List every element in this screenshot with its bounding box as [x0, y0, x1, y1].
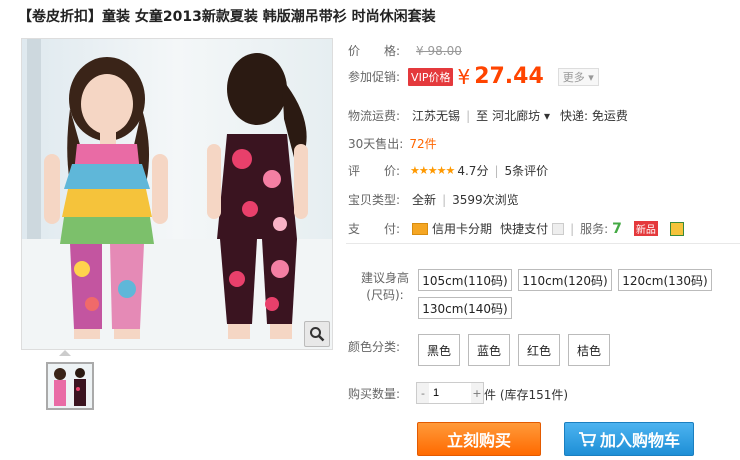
stock-text: 件 (库存151件): [484, 388, 569, 402]
product-title: 【卷皮折扣】童装 女童2013新款夏装 韩版潮吊带衫 时尚休闲套装: [18, 9, 436, 25]
cart-icon: [578, 432, 596, 447]
pay-credit-link[interactable]: 信用卡分期: [432, 220, 492, 237]
add-to-cart-button[interactable]: 加入购物车: [564, 422, 694, 456]
view-count: 3599次浏览: [452, 193, 519, 207]
promo-price-row: 参加促销: VIP价格 ¥ 27.44 更多 ▾: [348, 64, 599, 89]
size-option[interactable]: 120cm(130码): [618, 269, 712, 291]
size-option[interactable]: 110cm(120码): [518, 269, 612, 291]
credit-card-icon: [412, 222, 429, 235]
buy-now-label: 立刻购买: [446, 431, 511, 450]
price-label: 价 格:: [348, 44, 401, 58]
color-option[interactable]: 红色: [518, 334, 560, 366]
seven-day-return-icon[interactable]: 7: [612, 221, 622, 237]
size-option[interactable]: 130cm(140码): [418, 297, 512, 319]
color-option[interactable]: 桔色: [568, 334, 610, 366]
rating-stars-icon: ★★★★★: [410, 164, 455, 177]
more-promos-button[interactable]: 更多 ▾: [557, 67, 599, 86]
color-option[interactable]: 黑色: [418, 334, 460, 366]
quantity-stepper: - +: [416, 382, 484, 404]
ship-from: 江苏无锡: [412, 109, 461, 123]
thumbnail-image[interactable]: [46, 362, 94, 410]
rating-score: 4.7分: [457, 164, 489, 178]
quantity-plus-button[interactable]: +: [471, 383, 483, 403]
payment-row: 支 付: 信用卡分期 快捷支付 | 服务: 7 新品: [348, 220, 684, 237]
size-label: 建议身高(尺码):: [360, 271, 409, 302]
express-fee: 快递: 免运费: [559, 109, 628, 123]
type-label: 宝贝类型:: [348, 193, 401, 207]
quantity-input[interactable]: [429, 383, 471, 403]
color-option[interactable]: 蓝色: [468, 334, 510, 366]
rating-label: 评 价:: [348, 164, 401, 178]
divider: [346, 243, 740, 244]
size-option[interactable]: 105cm(110码): [418, 269, 512, 291]
quantity-label: 购买数量:: [348, 387, 401, 401]
payment-dropdown-icon[interactable]: [552, 222, 565, 235]
buy-now-button[interactable]: 立刻购买: [417, 422, 541, 456]
main-product-image[interactable]: [21, 38, 333, 350]
type-row: 宝贝类型: 全新 | 3599次浏览: [348, 192, 519, 208]
currency-symbol: ¥: [457, 64, 471, 89]
original-price: ¥ 98.00: [416, 43, 462, 58]
promo-price: 27.44: [474, 64, 544, 89]
promo-label: 参加促销:: [348, 70, 401, 84]
shipping-label: 物流运费:: [348, 109, 401, 123]
sold-row: 30天售出: 72件: [348, 135, 437, 152]
thumbnail-pointer: [59, 350, 71, 356]
sold-label: 30天售出:: [348, 137, 404, 151]
rating-row: 评 价: ★★★★★ 4.7分 | 5条评价: [348, 162, 549, 179]
zoom-icon[interactable]: [304, 321, 330, 347]
product-photo: [22, 39, 332, 349]
ship-to-sep: 至: [476, 109, 489, 123]
review-count-link[interactable]: 5条评价: [505, 162, 549, 179]
condition: 全新: [412, 193, 437, 207]
pay-quick-link[interactable]: 快捷支付: [500, 220, 548, 237]
add-to-cart-label: 加入购物车: [599, 431, 680, 450]
original-price-row: 价 格: ¥ 98.00: [348, 42, 462, 59]
guarantee-icon[interactable]: [669, 221, 684, 236]
pay-label: 支 付:: [348, 222, 401, 236]
color-label: 颜色分类:: [348, 340, 401, 354]
shipping-row: 物流运费: 江苏无锡 | 至 河北廊坊 ▾ 快递: 免运费: [348, 107, 628, 124]
sold-count: 72件: [409, 137, 437, 151]
vip-price-tag: VIP价格: [408, 67, 454, 86]
quantity-minus-button[interactable]: -: [417, 383, 429, 403]
new-product-badge[interactable]: 新品: [633, 221, 658, 236]
service-label: 服务:: [580, 222, 609, 236]
ship-to-select[interactable]: 河北廊坊 ▾: [492, 107, 550, 124]
